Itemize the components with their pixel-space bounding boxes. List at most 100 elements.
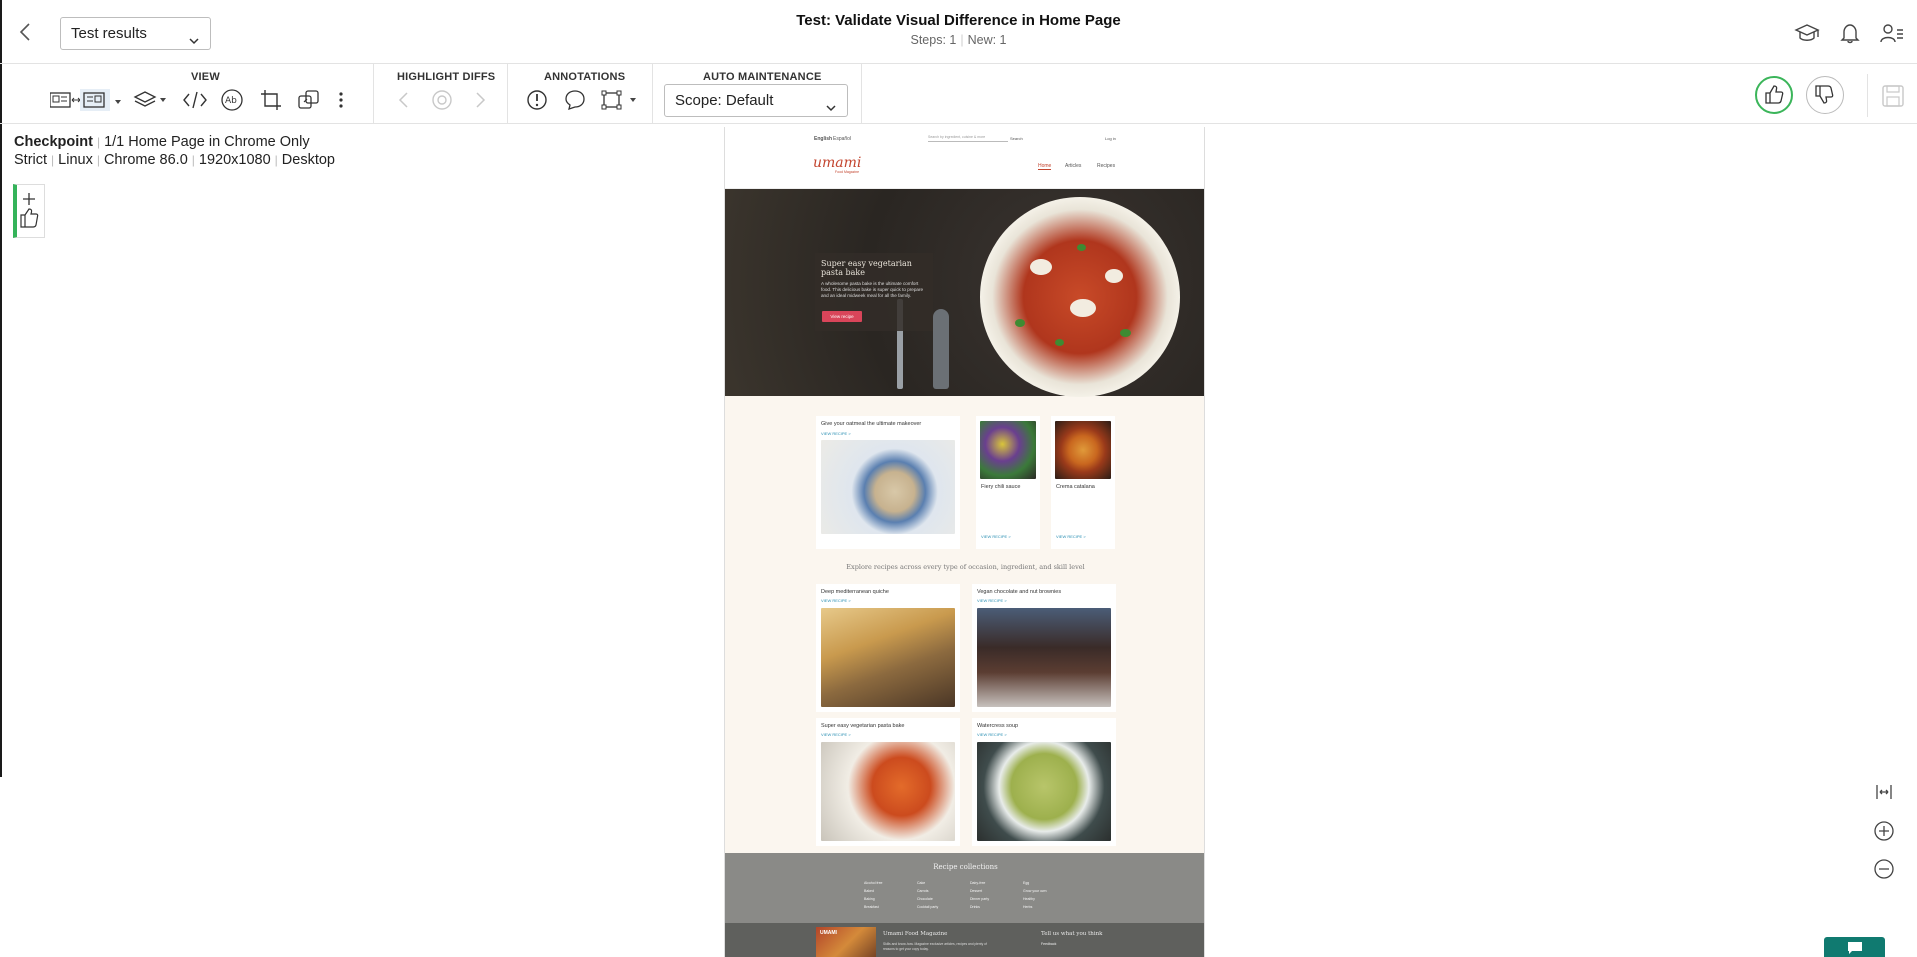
collection-item: Dinner party bbox=[970, 897, 990, 901]
hero-card: Super easy vegetarian pasta bake A whole… bbox=[815, 253, 933, 331]
chevron-down-icon bbox=[825, 94, 837, 125]
chili-sauce-image bbox=[980, 421, 1036, 479]
site-footer: UMAMI Umami Food Magazine Skills and kno… bbox=[725, 923, 1204, 957]
recipe-card: Crema catalana VIEW RECIPE > bbox=[1051, 416, 1115, 549]
collection-item: Healthy bbox=[1023, 897, 1035, 901]
footer-magazine-text: Skills and know-how. Magazine exclusive … bbox=[883, 942, 987, 951]
collection-item: Baked bbox=[864, 889, 874, 893]
region-annotation-icon[interactable] bbox=[600, 88, 640, 112]
collections-title: Recipe collections bbox=[933, 863, 998, 871]
basil-shape bbox=[1015, 319, 1025, 327]
side-by-side-view-icon[interactable] bbox=[49, 88, 112, 112]
new-count: New: 1 bbox=[967, 33, 1007, 47]
quiche-image bbox=[821, 608, 955, 707]
separator: | bbox=[274, 153, 278, 167]
spoon-shape bbox=[933, 309, 949, 389]
comment-icon[interactable] bbox=[562, 88, 588, 112]
compare-regions-icon[interactable] bbox=[296, 88, 322, 112]
highlight-target-icon[interactable] bbox=[430, 88, 456, 112]
previous-diff-icon[interactable] bbox=[392, 88, 418, 112]
layers-icon[interactable] bbox=[133, 88, 169, 112]
checkpoint-screenshot[interactable]: English Español Search by ingredient, cu… bbox=[724, 127, 1205, 957]
next-diff-icon[interactable] bbox=[468, 88, 494, 112]
spellcheck-icon[interactable]: Ab bbox=[220, 88, 246, 112]
divider bbox=[652, 64, 653, 123]
divider bbox=[373, 64, 374, 123]
collection-item: Cocktail party bbox=[917, 905, 939, 909]
view-recipe-link: VIEW RECIPE > bbox=[977, 732, 1007, 737]
card-title: Deep mediterranean quiche bbox=[821, 589, 889, 595]
step-status-strip[interactable] bbox=[13, 184, 45, 238]
card-title: Fiery chili sauce bbox=[981, 484, 1021, 490]
watercress-soup-image bbox=[977, 742, 1111, 841]
fit-width-icon[interactable] bbox=[1868, 776, 1900, 808]
collection-item: Alcohol free bbox=[864, 881, 883, 885]
match-level: Strict bbox=[14, 152, 48, 168]
collection-item: Grow your own bbox=[1023, 889, 1047, 893]
issue-annotation-icon[interactable] bbox=[525, 88, 551, 112]
caret-down-icon[interactable] bbox=[113, 94, 123, 104]
separator: | bbox=[51, 153, 55, 167]
site-search-input: Search by ingredient, cuisine & more bbox=[928, 135, 1008, 142]
site-nav-recipes: Recipes bbox=[1097, 163, 1116, 169]
collection-item: Breakfast bbox=[864, 905, 879, 909]
site-login-link: Log in bbox=[1105, 136, 1116, 141]
bell-icon[interactable] bbox=[1839, 22, 1863, 44]
collection-item: Carrots bbox=[917, 889, 929, 893]
separator: | bbox=[96, 135, 101, 149]
basil-shape bbox=[1055, 339, 1064, 346]
site-nav-articles: Articles bbox=[1065, 163, 1082, 169]
brownies-image bbox=[977, 608, 1111, 707]
view-recipe-link: VIEW RECIPE > bbox=[821, 732, 851, 737]
separator: | bbox=[960, 33, 964, 47]
divider bbox=[507, 64, 508, 123]
recipe-card: Fiery chili sauce VIEW RECIPE > bbox=[976, 416, 1040, 549]
zoom-in-icon[interactable] bbox=[1868, 815, 1900, 847]
view-group-label: VIEW bbox=[191, 71, 220, 83]
footer-magazine-title: Umami Food Magazine bbox=[883, 931, 948, 937]
save-disk-icon bbox=[1882, 85, 1904, 107]
steps-count: Steps: 1 bbox=[910, 33, 957, 47]
recipe-card: Vegan chocolate and nut brownies VIEW RE… bbox=[972, 584, 1116, 712]
page-title: Test: Validate Visual Difference in Home… bbox=[796, 12, 1121, 29]
graduation-cap-icon[interactable] bbox=[1794, 22, 1820, 44]
separator: | bbox=[96, 153, 100, 167]
annotations-group-label: ANNOTATIONS bbox=[544, 71, 626, 83]
accept-button[interactable] bbox=[1755, 76, 1793, 114]
checkpoint-name: 1/1 Home Page in Chrome Only bbox=[104, 134, 310, 150]
site-nav-home: Home bbox=[1038, 163, 1052, 170]
magazine-cover-title: UMAMI bbox=[820, 930, 837, 936]
highlight-group-label: HIGHLIGHT DIFFS bbox=[397, 71, 496, 83]
collection-item: Dairy-free bbox=[970, 881, 986, 885]
test-summary: Steps: 1 | New: 1 bbox=[0, 33, 1917, 47]
collection-item: Herbs bbox=[1023, 905, 1033, 909]
thumbs-up-icon bbox=[1765, 85, 1784, 104]
footer-feedback-link: Feedback bbox=[1041, 942, 1057, 946]
recipe-card: Super easy vegetarian pasta bake VIEW RE… bbox=[816, 718, 960, 846]
user-settings-icon[interactable] bbox=[1880, 22, 1904, 44]
code-icon[interactable] bbox=[182, 88, 208, 112]
card-title: Super easy vegetarian pasta bake bbox=[821, 723, 905, 729]
checkpoint-label: Checkpoint bbox=[14, 134, 93, 150]
view-recipe-link: VIEW RECIPE > bbox=[821, 431, 851, 436]
crop-icon[interactable] bbox=[259, 88, 285, 112]
zoom-out-icon[interactable] bbox=[1868, 853, 1900, 885]
collection-item: Drinks bbox=[970, 905, 980, 909]
view-recipe-link: VIEW RECIPE > bbox=[977, 598, 1007, 603]
card-title: Vegan chocolate and nut brownies bbox=[977, 589, 1062, 595]
hero-title: Super easy vegetarian pasta bake bbox=[821, 259, 912, 277]
more-options-icon[interactable] bbox=[335, 88, 347, 112]
view-recipe-link: VIEW RECIPE > bbox=[821, 598, 851, 603]
site-search-button: Search bbox=[1010, 136, 1023, 141]
magazine-cover-image: UMAMI bbox=[816, 927, 876, 957]
collection-item: Egg bbox=[1023, 881, 1030, 885]
toolbar bbox=[0, 64, 1917, 124]
reject-button[interactable] bbox=[1806, 76, 1844, 114]
chat-widget-button[interactable] bbox=[1824, 937, 1885, 957]
card-title: Give your oatmeal the ultimate makeover bbox=[821, 421, 922, 427]
recipe-card: Watercress soup VIEW RECIPE > bbox=[972, 718, 1116, 846]
os: Linux bbox=[58, 152, 93, 168]
recipe-collections: Recipe collections Alcohol free Baked Ba… bbox=[725, 853, 1204, 923]
save-button[interactable] bbox=[1867, 74, 1917, 117]
scope-dropdown[interactable]: Scope: Default bbox=[664, 84, 848, 117]
